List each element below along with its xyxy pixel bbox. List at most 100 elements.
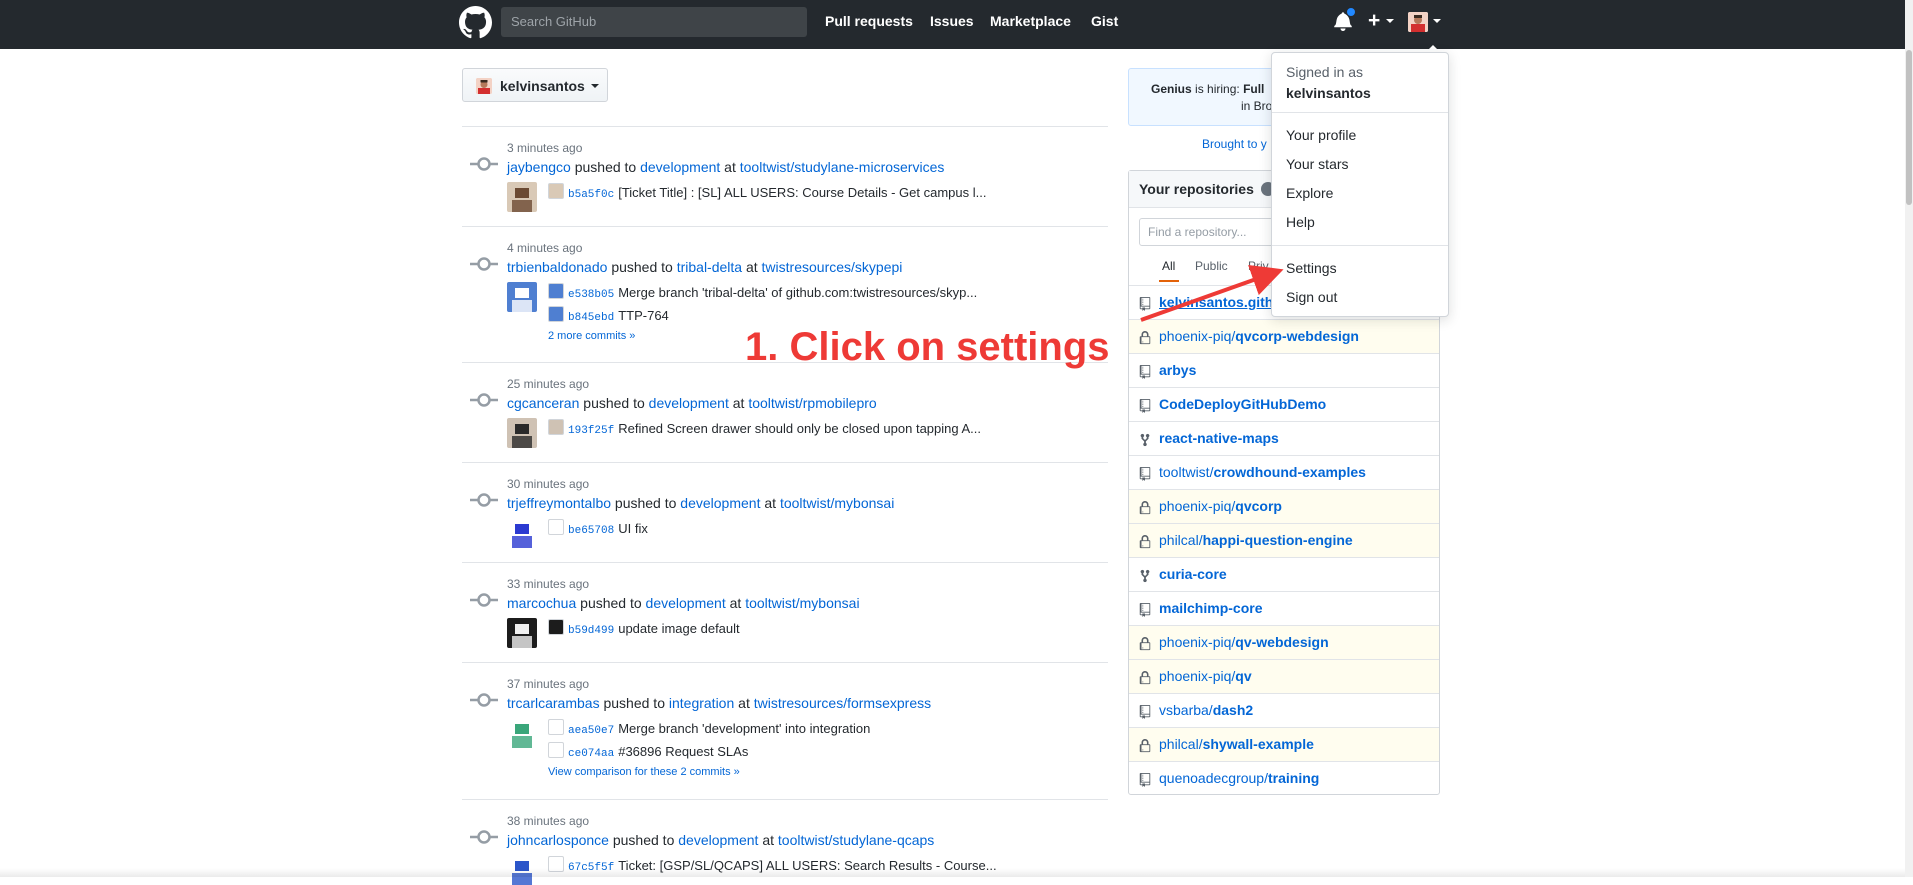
feed-repo-link[interactable]: tooltwist/studylane-qcaps (778, 832, 934, 848)
avatar (548, 719, 564, 735)
feed-branch-link[interactable]: development (640, 159, 720, 175)
feed-repo-link[interactable]: twistresources/skypepi (762, 259, 903, 275)
chevron-down-icon[interactable] (1386, 19, 1394, 23)
nav-issues[interactable]: Issues (930, 13, 974, 29)
feed-user-link[interactable]: cgcanceran (507, 395, 579, 411)
github-logo-icon[interactable] (459, 6, 492, 39)
repo-link[interactable]: react-native-maps (1159, 430, 1279, 446)
avatar[interactable] (1408, 12, 1428, 32)
commit-row: b59d499 update image default (548, 619, 740, 637)
avatar[interactable] (507, 618, 537, 648)
repo-row[interactable]: react-native-maps (1129, 421, 1439, 455)
commit-sha-link[interactable]: e538b05 (568, 289, 614, 301)
feed-user-link[interactable]: trjeffreymontalbo (507, 495, 611, 511)
feed-time: 38 minutes ago (507, 814, 590, 828)
repo-link[interactable]: phoenix-piq/qvcorp-webdesign (1159, 328, 1359, 344)
repo-link[interactable]: curia-core (1159, 566, 1227, 582)
commit-row: e538b05 Merge branch 'tribal-delta' of gi… (548, 283, 977, 301)
nav-pull-requests[interactable]: Pull requests (825, 13, 913, 29)
repo-link[interactable]: tooltwist/crowdhound-examples (1159, 464, 1366, 480)
feed-branch-link[interactable]: development (649, 395, 729, 411)
nav-marketplace[interactable]: Marketplace (990, 13, 1071, 29)
feed-title: trbienbaldonado pushed to tribal-delta a… (507, 259, 902, 275)
repo-name: mailchimp-core (1159, 600, 1263, 616)
promo-role[interactable]: Full (1243, 82, 1264, 96)
avatar[interactable] (507, 282, 537, 312)
repo-row[interactable]: curia-core (1129, 557, 1439, 591)
repo-link[interactable]: kelvinsantos.gith (1159, 294, 1273, 310)
feed-branch-link[interactable]: tribal-delta (677, 259, 742, 275)
repo-row[interactable]: tooltwist/crowdhound-examples (1129, 455, 1439, 489)
menu-item-sign-out[interactable]: Sign out (1286, 289, 1337, 305)
repo-link[interactable]: arbys (1159, 362, 1196, 378)
feed-repo-link[interactable]: twistresources/formsexpress (754, 695, 931, 711)
more-commits-link[interactable]: View comparison for these 2 commits » (548, 766, 740, 778)
page-scrollbar-thumb[interactable] (1906, 50, 1912, 205)
more-commits-link[interactable]: 2 more commits » (548, 330, 635, 342)
feed-repo-link[interactable]: tooltwist/mybonsai (780, 495, 894, 511)
repo-link[interactable]: philcal/happi-question-engine (1159, 532, 1353, 548)
tab-private[interactable]: Priv (1248, 259, 1269, 273)
feed-repo-link[interactable]: tooltwist/studylane-microservices (740, 159, 945, 175)
menu-item-explore[interactable]: Explore (1286, 185, 1333, 201)
repo-link[interactable]: phoenix-piq/qvcorp (1159, 498, 1282, 514)
menu-item-your-profile[interactable]: Your profile (1286, 127, 1356, 143)
commit-sha-link[interactable]: b5a5f0c (568, 189, 614, 201)
feed-user-link[interactable]: jaybengco (507, 159, 571, 175)
feed-user-link[interactable]: trbienbaldonado (507, 259, 607, 275)
commit-sha-link[interactable]: b845ebd (568, 312, 614, 324)
repo-row[interactable]: philcal/shywall-example (1129, 727, 1439, 761)
feed-branch-link[interactable]: integration (669, 695, 734, 711)
feed-branch-link[interactable]: development (646, 595, 726, 611)
repo-row[interactable]: quenoadecgroup/training (1129, 761, 1439, 795)
feed-user-link[interactable]: marcochua (507, 595, 576, 611)
avatar[interactable] (507, 418, 537, 448)
repo-row[interactable]: philcal/happi-question-engine (1129, 523, 1439, 557)
feed-user-link[interactable]: johncarlosponce (507, 832, 609, 848)
repo-link[interactable]: mailchimp-core (1159, 600, 1262, 616)
repo-row[interactable]: arbys (1129, 353, 1439, 387)
commit-row: ce074aa #36896 Request SLAs (548, 742, 748, 760)
commit-sha-link[interactable]: b59d499 (568, 625, 614, 637)
tab-all[interactable]: All (1162, 259, 1175, 273)
repo-link[interactable]: phoenix-piq/qv (1159, 668, 1252, 684)
plus-icon[interactable]: + (1368, 9, 1380, 33)
repo-row[interactable]: phoenix-piq/qvcorp-webdesign (1129, 319, 1439, 353)
feed-repo-link[interactable]: tooltwist/mybonsai (745, 595, 859, 611)
repo-link[interactable]: philcal/shywall-example (1159, 736, 1314, 752)
avatar[interactable] (507, 182, 537, 212)
repo-row[interactable]: mailchimp-core (1129, 591, 1439, 625)
repo-row[interactable]: vsbarba/dash2 (1129, 693, 1439, 727)
chevron-down-icon[interactable] (1433, 19, 1441, 23)
feed-branch-link[interactable]: development (680, 495, 760, 511)
commit-sha-link[interactable]: be65708 (568, 525, 614, 537)
commit-sha-link[interactable]: aea50e7 (568, 725, 614, 737)
feed-repo-link[interactable]: tooltwist/rpmobilepro (748, 395, 876, 411)
repo-link[interactable]: quenoadecgroup/training (1159, 770, 1319, 786)
brought-to-you-link[interactable]: Brought to y (1202, 137, 1267, 151)
repo-row[interactable]: phoenix-piq/qvcorp (1129, 489, 1439, 523)
repo-link[interactable]: phoenix-piq/qv-webdesign (1159, 634, 1329, 650)
menu-item-settings[interactable]: Settings (1286, 260, 1337, 276)
tab-public[interactable]: Public (1195, 259, 1228, 273)
repo-name: qv (1235, 668, 1252, 684)
feed-branch-link[interactable]: development (678, 832, 758, 848)
commit-sha-link[interactable]: ce074aa (568, 748, 614, 760)
menu-item-your-stars[interactable]: Your stars (1286, 156, 1349, 172)
search-input[interactable]: Search GitHub (501, 7, 807, 37)
repo-row[interactable]: phoenix-piq/qv (1129, 659, 1439, 693)
avatar[interactable] (507, 518, 537, 548)
nav-gist[interactable]: Gist (1091, 13, 1118, 29)
commit-sha-link[interactable]: 193f25f (568, 425, 614, 437)
avatar[interactable] (507, 718, 537, 748)
context-switcher-button[interactable]: kelvinsantos (462, 68, 608, 102)
repo-link[interactable]: CodeDeployGitHubDemo (1159, 396, 1326, 412)
repo-row[interactable]: phoenix-piq/qv-webdesign (1129, 625, 1439, 659)
repo-link[interactable]: vsbarba/dash2 (1159, 702, 1253, 718)
repo-row[interactable]: CodeDeployGitHubDemo (1129, 387, 1439, 421)
feed-user-link[interactable]: trcarlcarambas (507, 695, 600, 711)
repo-owner: phoenix-piq/ (1159, 498, 1236, 514)
commit-message: UI fix (618, 521, 648, 536)
menu-item-help[interactable]: Help (1286, 214, 1315, 230)
commit-icon (470, 493, 498, 507)
